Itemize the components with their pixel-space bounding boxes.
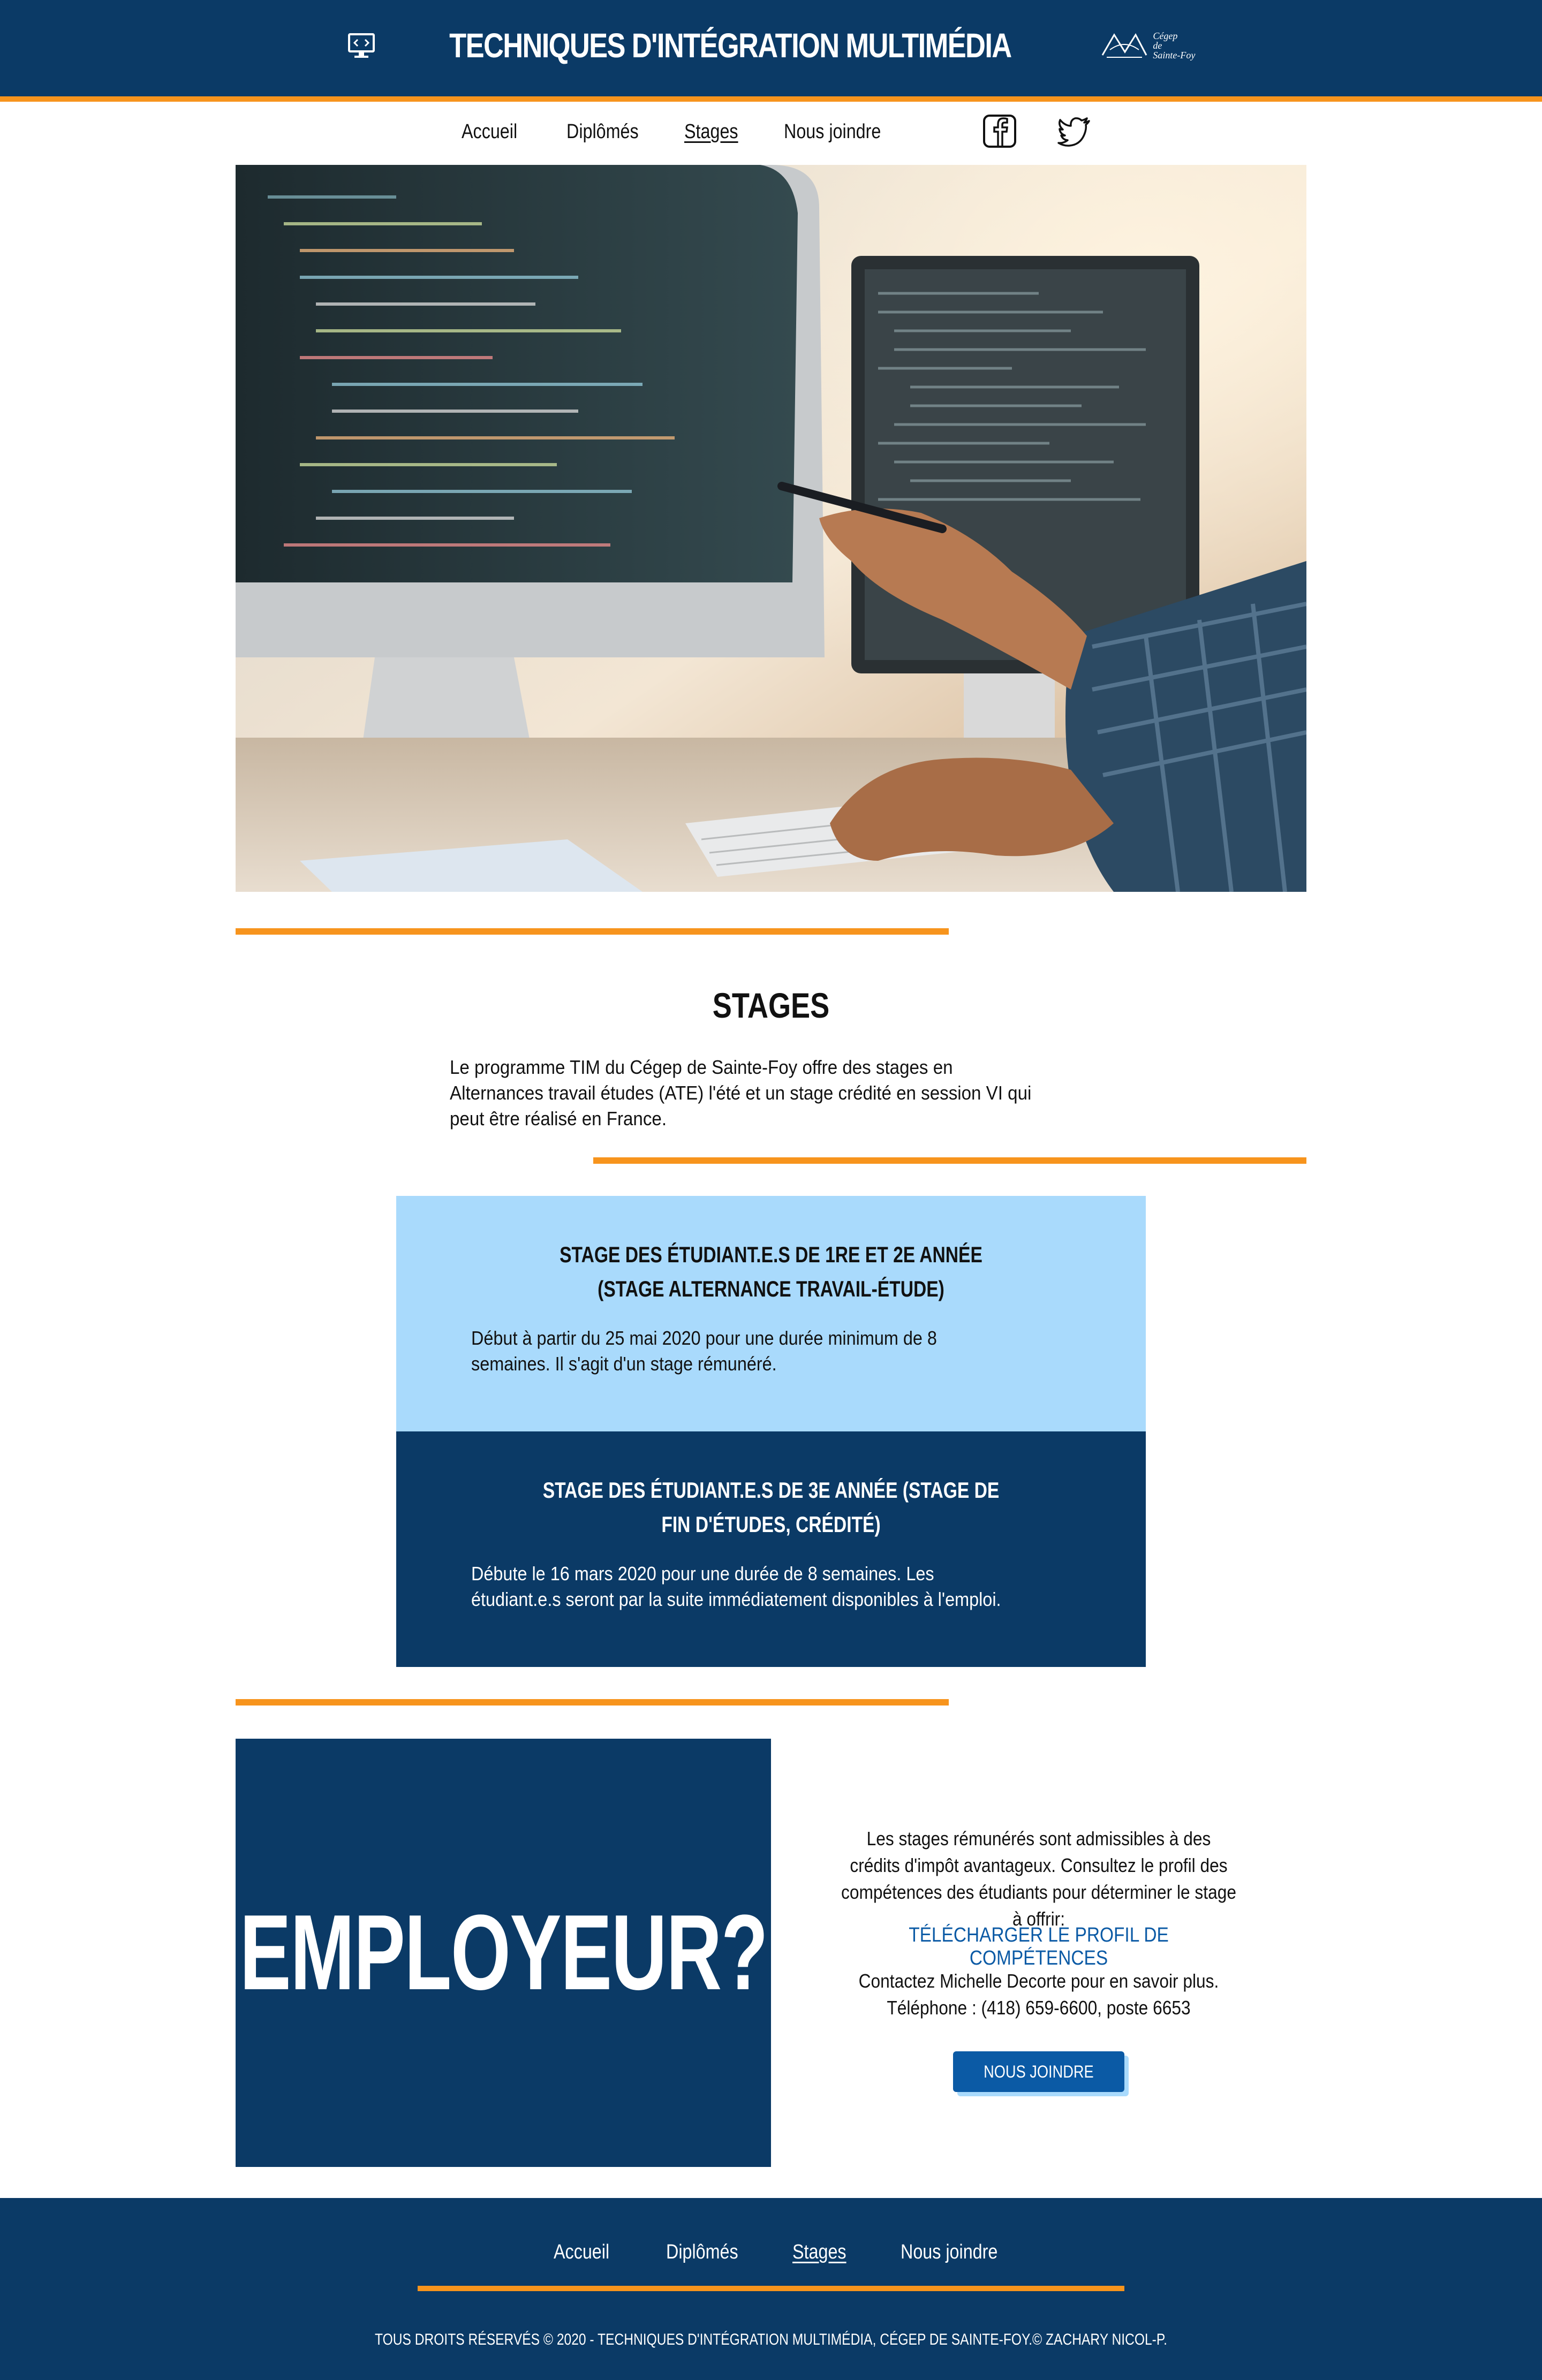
site-header: TECHNIQUES D'INTÉGRATION MULTIMÉDIA Cége… (0, 0, 1542, 96)
contact-line-2: Téléphone : (418) 659-6600, poste 6653 (887, 1997, 1191, 2019)
copyright: TOUS DROITS RÉSERVÉS © 2020 - TECHNIQUES… (375, 2331, 1167, 2348)
footer-item-diplomes[interactable]: Diplômés (666, 2241, 738, 2264)
footer-item-stages[interactable]: Stages (792, 2241, 846, 2264)
join-button[interactable]: NOUS JOINDRE (953, 2051, 1124, 2092)
contact-text: Contactez Michelle Decorte pour en savoi… (841, 1968, 1236, 2021)
stage-card-1-text: Début à partir du 25 mai 2020 pour une d… (471, 1327, 937, 1375)
divider-bar-3 (236, 1699, 949, 1706)
divider-bar-1 (236, 928, 949, 935)
page-title: STAGES (712, 986, 830, 1025)
monitor-code-icon (347, 31, 376, 60)
divider-bar-2 (593, 1157, 1306, 1164)
stages-intro: Le programme TIM du Cégep de Sainte-Foy … (450, 1056, 1032, 1130)
facebook-icon[interactable] (982, 113, 1017, 149)
cegep-line1: Cégep (1153, 31, 1178, 41)
site-footer: Accueil Diplômés Stages Nous joindre TOU… (0, 2198, 1542, 2380)
nav-item-stages[interactable]: Stages (684, 120, 738, 143)
employer-info: Les stages rémunérés sont admissibles à … (841, 1828, 1236, 1930)
cegep-logo[interactable]: Cégep de Sainte-Foy (1100, 28, 1195, 63)
cegep-line3: Sainte-Foy (1153, 50, 1196, 60)
footer-item-accueil[interactable]: Accueil (554, 2241, 609, 2264)
cegep-line2: de (1153, 40, 1162, 51)
brand[interactable]: TECHNIQUES D'INTÉGRATION MULTIMÉDIA Cége… (0, 0, 1542, 91)
contact-line-1: Contactez Michelle Decorte pour en savoi… (858, 1970, 1219, 1992)
stage-card-2-title: STAGE DES ÉTUDIANT.E.S DE 3E ANNÉE (STAG… (542, 1477, 1000, 1537)
footer-stripe (418, 2286, 1124, 2291)
nav-item-diplomes[interactable]: Diplômés (566, 120, 639, 143)
top-nav: Accueil Diplômés Stages Nous joindre (0, 107, 1542, 161)
stage-card-2-text: Débute le 16 mars 2020 pour une durée de… (471, 1563, 1001, 1610)
join-button-label: NOUS JOINDRE (984, 2061, 1094, 2081)
nav-item-nous-joindre[interactable]: Nous joindre (784, 120, 881, 143)
stage-card-1-title: STAGE DES ÉTUDIANT.E.S DE 1RE ET 2E ANNÉ… (560, 1242, 982, 1301)
employer-box: EMPLOYEUR? (236, 1739, 771, 2167)
header-stripe (0, 96, 1542, 102)
footer-item-nous-joindre[interactable]: Nous joindre (901, 2241, 997, 2264)
nav-item-accueil[interactable]: Accueil (462, 120, 517, 143)
open-book-icon (1100, 28, 1148, 63)
download-competences-link[interactable]: TÉLÉCHARGER LE PROFIL DE COMPÉTENCES (841, 1924, 1236, 1970)
hero-image (236, 165, 1306, 892)
stage-card-1: STAGE DES ÉTUDIANT.E.S DE 1RE ET 2E ANNÉ… (396, 1196, 1146, 1431)
stage-card-2: STAGE DES ÉTUDIANT.E.S DE 3E ANNÉE (STAG… (396, 1431, 1146, 1667)
twitter-icon[interactable] (1057, 113, 1092, 149)
site-title: TECHNIQUES D'INTÉGRATION MULTIMÉDIA (449, 26, 1012, 65)
employer-title: EMPLOYEUR? (239, 1893, 768, 2012)
